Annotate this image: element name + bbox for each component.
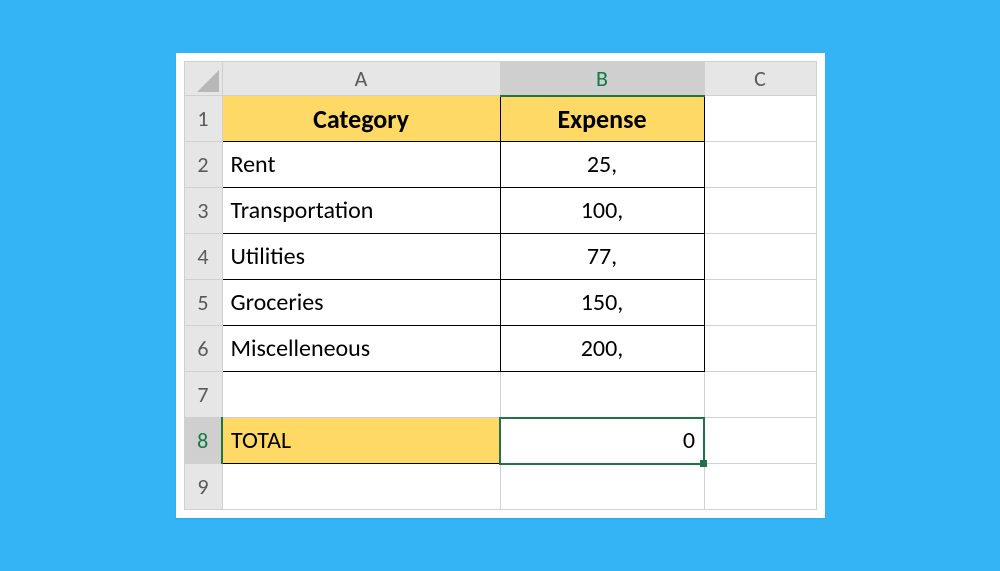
cell-b4[interactable]: 77, <box>500 234 704 280</box>
cell-c9[interactable] <box>704 464 816 510</box>
cell-b5[interactable]: 150, <box>500 280 704 326</box>
cell-a6[interactable]: Miscelleneous <box>222 326 500 372</box>
row-header-4[interactable]: 4 <box>184 234 222 280</box>
cell-a2[interactable]: Rent <box>222 142 500 188</box>
cell-b9[interactable] <box>500 464 704 510</box>
row-header-6[interactable]: 6 <box>184 326 222 372</box>
cell-c2[interactable] <box>704 142 816 188</box>
spreadsheet: A B C 1 Category Expense 2 Rent 25, 3 Tr… <box>176 53 825 518</box>
row-header-5[interactable]: 5 <box>184 280 222 326</box>
cell-c6[interactable] <box>704 326 816 372</box>
cell-a1[interactable]: Category <box>222 96 500 142</box>
cell-b7[interactable] <box>500 372 704 418</box>
cell-a7[interactable] <box>222 372 500 418</box>
row-header-9[interactable]: 9 <box>184 464 222 510</box>
row-header-7[interactable]: 7 <box>184 372 222 418</box>
cell-a9[interactable] <box>222 464 500 510</box>
cell-b3[interactable]: 100, <box>500 188 704 234</box>
cell-b2[interactable]: 25, <box>500 142 704 188</box>
cell-b6[interactable]: 200, <box>500 326 704 372</box>
cell-c3[interactable] <box>704 188 816 234</box>
col-header-b[interactable]: B <box>500 62 704 96</box>
row-header-8[interactable]: 8 <box>184 418 222 464</box>
cell-a8[interactable]: TOTAL <box>222 418 500 464</box>
select-all-corner[interactable] <box>184 62 222 96</box>
cell-a3[interactable]: Transportation <box>222 188 500 234</box>
col-header-c[interactable]: C <box>704 62 816 96</box>
cell-b8-selected[interactable]: 0 <box>500 418 704 464</box>
cell-c7[interactable] <box>704 372 816 418</box>
cell-c8[interactable] <box>704 418 816 464</box>
cell-a5[interactable]: Groceries <box>222 280 500 326</box>
cell-c4[interactable] <box>704 234 816 280</box>
cell-c1[interactable] <box>704 96 816 142</box>
cell-a4[interactable]: Utilities <box>222 234 500 280</box>
cell-b1[interactable]: Expense <box>500 96 704 142</box>
row-header-3[interactable]: 3 <box>184 188 222 234</box>
cell-c5[interactable] <box>704 280 816 326</box>
row-header-2[interactable]: 2 <box>184 142 222 188</box>
row-header-1[interactable]: 1 <box>184 96 222 142</box>
col-header-a[interactable]: A <box>222 62 500 96</box>
grid: A B C 1 Category Expense 2 Rent 25, 3 Tr… <box>184 61 817 510</box>
